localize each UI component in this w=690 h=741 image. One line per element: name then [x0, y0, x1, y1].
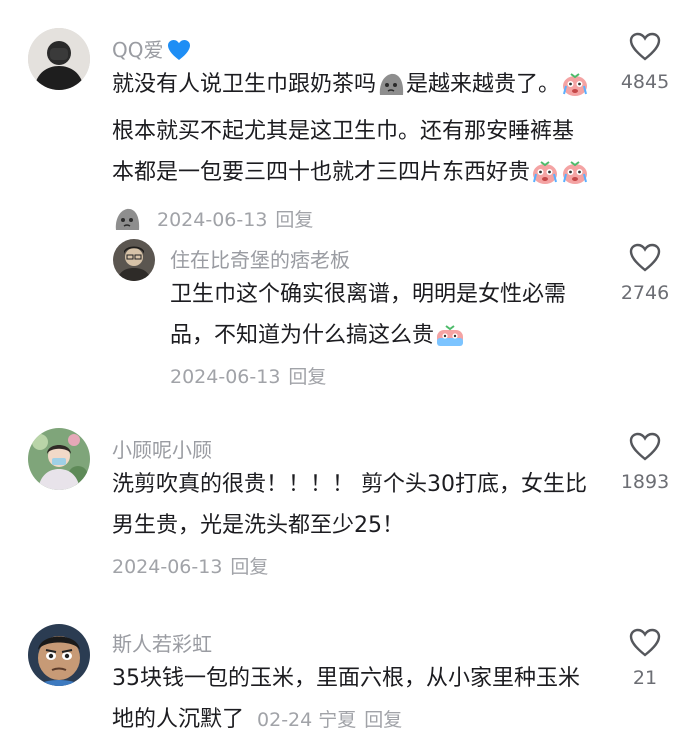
- username[interactable]: 小顾呢小顾: [112, 434, 212, 463]
- like-count: 21: [632, 667, 658, 689]
- like-button[interactable]: 1893: [605, 432, 685, 493]
- comment-text[interactable]: 就没有人说卫生巾跟奶茶吗 是越来越贵了。根本就买不起尤其是这卫生巾。还有那安睡裤基…: [112, 64, 592, 246]
- crying-face-emoji: [531, 158, 559, 199]
- username[interactable]: 住在比奇堡的痞老板: [170, 244, 350, 273]
- shocked-face-emoji: [435, 321, 465, 362]
- avatar[interactable]: [113, 239, 155, 281]
- blue-heart-icon: [167, 39, 191, 66]
- like-count: 4845: [620, 71, 670, 93]
- avatar[interactable]: [28, 428, 90, 490]
- comment-meta: 02-24 宁夏 回复: [257, 709, 402, 731]
- like-button[interactable]: 21: [605, 628, 685, 689]
- username[interactable]: QQ爱: [112, 34, 191, 66]
- reply-button[interactable]: 回复: [288, 366, 326, 388]
- comment-meta: 2024-06-13 回复: [170, 362, 326, 389]
- username[interactable]: 斯人若彩虹: [112, 628, 212, 657]
- comment-meta: 2024-06-13 回复: [112, 552, 268, 579]
- heart-outline-icon[interactable]: [629, 243, 661, 272]
- like-count: 2746: [620, 282, 670, 304]
- reply-button[interactable]: 回复: [275, 209, 313, 231]
- heart-outline-icon[interactable]: [629, 432, 661, 461]
- heart-outline-icon[interactable]: [629, 32, 661, 61]
- comment-meta: 2024-06-13 回复: [157, 209, 313, 231]
- comment-text[interactable]: 35块钱一包的玉米，里面六根，从小家里种玉米地的人沉默了 02-24 宁夏 回复: [112, 658, 592, 741]
- comment-date: 02-24: [257, 709, 313, 731]
- reply-button[interactable]: 回复: [364, 709, 402, 731]
- comment-date: 2024-06-13: [112, 556, 223, 578]
- like-button[interactable]: 2746: [605, 243, 685, 304]
- avatar[interactable]: [28, 28, 90, 90]
- like-count: 1893: [620, 471, 670, 493]
- avatar[interactable]: [28, 624, 90, 686]
- heart-outline-icon[interactable]: [629, 628, 661, 657]
- reply-button[interactable]: 回复: [230, 556, 268, 578]
- comment-location: 宁夏: [318, 709, 357, 731]
- rock-emoji: [377, 70, 405, 111]
- comment-text[interactable]: 卫生巾这个确实很离谱，明明是女性必需品，不知道为什么搞这么贵: [170, 274, 600, 362]
- crying-face-emoji: [561, 70, 589, 111]
- comment-text[interactable]: 洗剪吹真的很贵！！！！ 剪个头30打底，女生比男生贵，光是洗头都至少25！: [112, 464, 592, 546]
- comment-date: 2024-06-13: [170, 366, 281, 388]
- crying-face-emoji: [561, 158, 589, 199]
- comment-date: 2024-06-13: [157, 209, 268, 231]
- like-button[interactable]: 4845: [605, 32, 685, 93]
